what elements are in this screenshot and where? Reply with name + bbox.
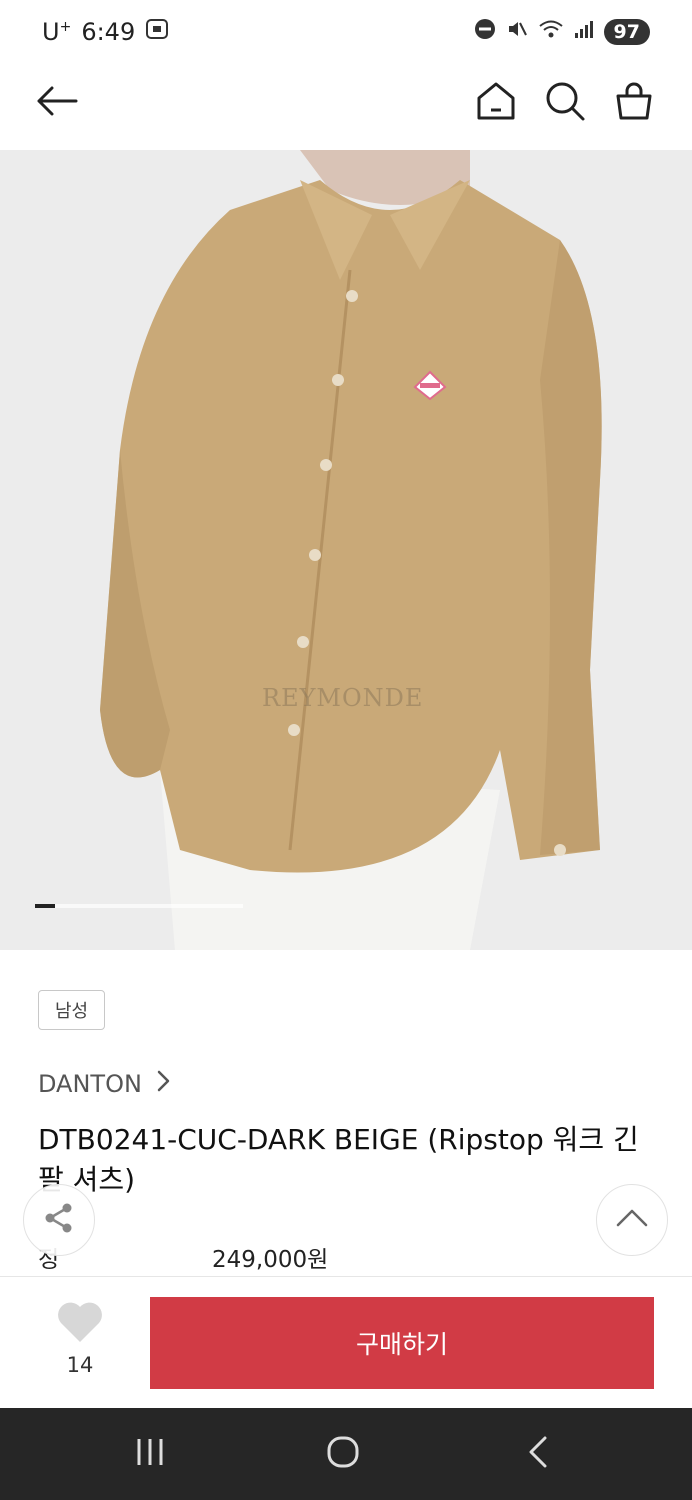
recent-apps-icon [134, 1437, 166, 1471]
back-button[interactable] [32, 78, 82, 128]
heart-icon [56, 1301, 104, 1347]
product-image-carousel[interactable]: REYMONDE [0, 150, 692, 950]
carousel-indicator [35, 904, 243, 908]
clock: 6:49 [81, 18, 136, 46]
carousel-indicator-active [35, 904, 55, 908]
purchase-bar: 14 구매하기 [0, 1276, 692, 1408]
gender-tag[interactable]: 남성 [38, 990, 105, 1030]
search-icon [544, 80, 586, 126]
cart-button[interactable] [609, 78, 659, 128]
home-icon [475, 81, 517, 125]
search-button[interactable] [540, 78, 590, 128]
buy-button[interactable]: 구매하기 [150, 1297, 654, 1389]
back-nav-button[interactable] [518, 1434, 558, 1474]
status-right: 97 [474, 18, 650, 45]
carrier: U+ [42, 18, 72, 46]
watermark: REYMONDE [262, 684, 424, 712]
home-nav-button[interactable] [323, 1434, 363, 1474]
status-bar: U+ 6:49 97 [0, 0, 692, 66]
chevron-up-icon [616, 1208, 648, 1232]
mute-icon [506, 18, 528, 45]
dnd-icon [474, 18, 496, 45]
like-count: 14 [66, 1353, 94, 1377]
shopping-bag-icon [614, 81, 654, 125]
share-button[interactable] [23, 1184, 95, 1256]
like-button[interactable]: 14 [50, 1301, 110, 1377]
arrow-left-icon [36, 86, 78, 120]
battery-badge: 97 [603, 18, 650, 45]
product-photo [100, 150, 602, 950]
wifi-icon [538, 18, 564, 45]
home-circle-icon [326, 1435, 360, 1473]
scroll-top-button[interactable] [596, 1184, 668, 1256]
brand-name: DANTON [38, 1070, 142, 1098]
price-value: 249,000원 [212, 1247, 329, 1273]
product-title: DTB0241-CUC-DARK BEIGE (Ripstop 워크 긴팔 셔츠… [38, 1123, 639, 1196]
chevron-right-icon [156, 1070, 170, 1098]
brand-link[interactable]: DANTON [38, 1070, 170, 1098]
system-nav-bar [0, 1408, 692, 1500]
recent-apps-button[interactable] [130, 1434, 170, 1474]
signal-icon [574, 19, 594, 44]
chevron-left-icon [527, 1436, 549, 1472]
top-nav [0, 66, 692, 150]
status-left: U+ 6:49 [42, 18, 169, 46]
screenshot-icon [145, 18, 169, 46]
share-icon [42, 1201, 76, 1239]
home-button[interactable] [471, 78, 521, 128]
